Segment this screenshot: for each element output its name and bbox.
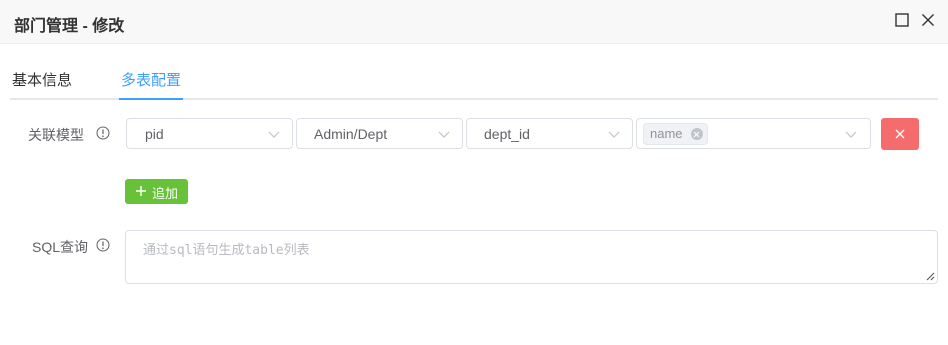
tag-remove-icon[interactable] — [690, 128, 703, 140]
relation-select-field[interactable]: pid — [126, 118, 293, 149]
field-tag-label: name — [650, 126, 683, 141]
select-value: pid — [145, 126, 164, 142]
delete-relation-button[interactable] — [881, 118, 919, 150]
sql-query-textarea[interactable] — [125, 230, 938, 284]
close-icon — [895, 129, 905, 139]
tab-bar: 基本信息 多表配置 — [0, 44, 948, 100]
field-tag: name — [643, 123, 708, 145]
add-relation-button[interactable]: 追加 — [125, 179, 188, 204]
select-value: dept_id — [484, 126, 530, 142]
relation-multiselect-fields[interactable]: name — [636, 118, 871, 149]
dialog-title: 部门管理 - 修改 — [14, 18, 125, 35]
info-icon — [96, 238, 110, 252]
add-button-label: 追加 — [152, 186, 179, 201]
tab-active-indicator — [119, 98, 183, 100]
chevron-down-icon — [268, 131, 280, 138]
sql-label: SQL查询 — [32, 239, 89, 255]
relation-select-model[interactable]: Admin/Dept — [296, 118, 463, 149]
tab-basic-info[interactable]: 基本信息 — [12, 69, 72, 90]
dialog-titlebar: 部门管理 - 修改 — [0, 0, 948, 44]
chevron-down-icon — [608, 131, 620, 138]
relation-select-foreign-key[interactable]: dept_id — [466, 118, 633, 149]
maximize-button[interactable] — [894, 12, 910, 28]
square-icon — [895, 13, 909, 27]
plus-icon — [136, 186, 146, 196]
tab-multi-table[interactable]: 多表配置 — [121, 69, 181, 90]
relation-label: 关联模型 — [28, 127, 84, 143]
close-icon — [922, 14, 934, 26]
select-value: Admin/Dept — [314, 126, 388, 142]
chevron-down-icon — [845, 131, 857, 138]
chevron-down-icon — [438, 131, 450, 138]
close-button[interactable] — [920, 12, 936, 28]
info-icon — [96, 126, 110, 140]
